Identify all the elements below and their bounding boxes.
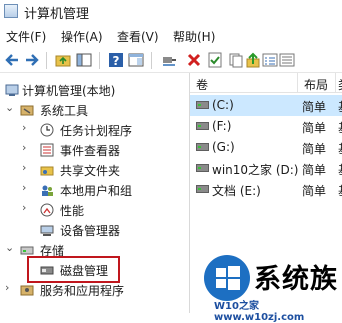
tree-item-device-manager[interactable]: 设备管理器	[0, 220, 190, 240]
performance-icon	[40, 203, 54, 217]
computer-management-icon	[5, 84, 19, 96]
check-icon[interactable]	[207, 52, 223, 68]
watermark-url: W10之家 www.w10zj.com	[214, 301, 305, 323]
toolbar-separator	[46, 52, 47, 69]
users-icon	[42, 185, 53, 196]
menu-bar: 文件(F) 操作(A) 查看(V) 帮助(H)	[0, 26, 342, 46]
connect-icon[interactable]	[161, 52, 177, 68]
column-header-type[interactable]: 类	[336, 73, 342, 93]
tree-item-shared-folders[interactable]: › 共享文件夹	[0, 160, 190, 180]
column-header-volume[interactable]: 卷	[190, 73, 298, 93]
table-row[interactable]: (F:) 简单 基	[190, 116, 342, 137]
expand-chevron-icon[interactable]: ›	[22, 201, 26, 214]
tree-label-root: 计算机管理(本地)	[22, 84, 116, 98]
expand-chevron-icon[interactable]: ›	[5, 281, 9, 294]
tree-label-system-tools: 系统工具	[40, 104, 89, 118]
drive-icon	[196, 122, 209, 130]
table-row[interactable]: (G:) 简单 基	[190, 137, 342, 158]
tree-item-local-users[interactable]: › 本地用户和组	[0, 180, 190, 200]
tree-label-services-apps: 服务和应用程序	[40, 284, 125, 298]
toolbar: ?	[0, 48, 342, 73]
drive-icon	[196, 185, 209, 193]
svg-text:?: ?	[113, 54, 120, 68]
drive-icon	[196, 164, 209, 172]
volume-type: 基	[338, 182, 342, 199]
menu-help[interactable]: 帮助(H)	[173, 28, 215, 45]
volume-name: (C:)	[212, 98, 234, 112]
window-title: 计算机管理	[24, 7, 90, 22]
shared-folder-icon	[40, 166, 54, 176]
tree-label-local-users: 本地用户和组	[60, 184, 133, 198]
menu-action[interactable]: 操作(A)	[61, 28, 103, 45]
tree-item-task-scheduler[interactable]: › 任务计划程序	[0, 120, 190, 140]
up-arrow-icon[interactable]	[245, 52, 261, 68]
forward-arrow-icon[interactable]	[24, 52, 40, 68]
toolbar-separator	[99, 52, 100, 69]
volume-layout: 简单	[302, 184, 327, 198]
volume-layout: 简单	[302, 121, 327, 135]
column-header-type-label: 类	[338, 76, 342, 93]
device-manager-icon	[40, 225, 54, 236]
tree-item-performance[interactable]: › 性能	[0, 200, 190, 220]
tree-label-device-manager: 设备管理器	[60, 224, 121, 238]
back-arrow-icon[interactable]	[4, 52, 20, 68]
tree-label-performance: 性能	[60, 204, 85, 218]
tree-label-task-scheduler: 任务计划程序	[60, 124, 133, 138]
windows-logo-icon	[204, 255, 250, 301]
volume-name: win10之家 (D:)	[212, 163, 299, 177]
event-viewer-icon	[40, 143, 54, 157]
volume-name: (F:)	[212, 119, 232, 133]
menu-view[interactable]: 查看(V)	[117, 28, 159, 45]
up-folder-icon[interactable]	[55, 52, 71, 68]
volume-type: 基	[338, 119, 342, 136]
tree-item-services-apps[interactable]: › 服务和应用程序	[0, 280, 190, 300]
tree-item-event-viewer[interactable]: › 事件查看器	[0, 140, 190, 160]
volume-name: (G:)	[212, 140, 235, 154]
column-header-layout-label: 布局	[304, 78, 329, 92]
tree-item-system-tools[interactable]: ⌄ 系统工具	[0, 100, 190, 120]
tree-item-root[interactable]: 计算机管理(本地)	[0, 80, 190, 100]
table-row[interactable]: 文档 (E:) 简单 基	[190, 179, 342, 200]
volume-name: 文档 (E:)	[212, 184, 261, 198]
drive-icon	[196, 143, 209, 151]
storage-icon	[20, 246, 34, 255]
list-icon[interactable]	[279, 52, 295, 68]
watermark: 系统族 W10之家 www.w10zj.com	[196, 245, 342, 323]
title-bar: 计算机管理	[0, 0, 342, 24]
volume-layout: 简单	[302, 100, 327, 114]
expand-chevron-icon[interactable]: ⌄	[5, 241, 14, 254]
expand-chevron-icon[interactable]: ›	[22, 161, 26, 174]
system-tools-icon	[20, 105, 34, 116]
services-icon	[20, 285, 34, 296]
volume-layout: 简单	[302, 142, 327, 156]
computer-management-icon	[4, 4, 18, 18]
expand-chevron-icon[interactable]: ›	[22, 181, 26, 194]
volume-layout: 简单	[302, 163, 327, 177]
column-header-layout[interactable]: 布局	[298, 73, 336, 93]
table-row[interactable]: win10之家 (D:) 简单 基	[190, 158, 342, 179]
volume-type: 基	[338, 98, 342, 115]
help-icon[interactable]: ?	[108, 52, 124, 68]
properties-icon[interactable]	[128, 52, 144, 68]
delete-icon[interactable]	[186, 52, 202, 68]
column-header-volume-label: 卷	[196, 78, 209, 92]
watermark-brand: 系统族	[254, 264, 338, 295]
disk-management-highlight-box	[27, 256, 120, 283]
clock-icon	[40, 123, 54, 137]
copy-icon[interactable]	[228, 52, 244, 68]
settings-icon[interactable]	[262, 52, 278, 68]
table-row[interactable]: (C:) 简单 基	[190, 95, 342, 116]
tree-label-event-viewer: 事件查看器	[60, 144, 121, 158]
menu-file[interactable]: 文件(F)	[6, 28, 46, 45]
expand-chevron-icon[interactable]: ›	[22, 141, 26, 154]
toolbar-separator	[151, 52, 152, 69]
console-tree-icon[interactable]	[76, 52, 92, 68]
drive-icon	[196, 101, 209, 109]
expand-chevron-icon[interactable]: ⌄	[5, 101, 14, 114]
volume-type: 基	[338, 140, 342, 157]
expand-chevron-icon[interactable]: ›	[22, 121, 26, 134]
volume-type: 基	[338, 161, 342, 178]
tree-label-shared-folders: 共享文件夹	[60, 164, 121, 178]
